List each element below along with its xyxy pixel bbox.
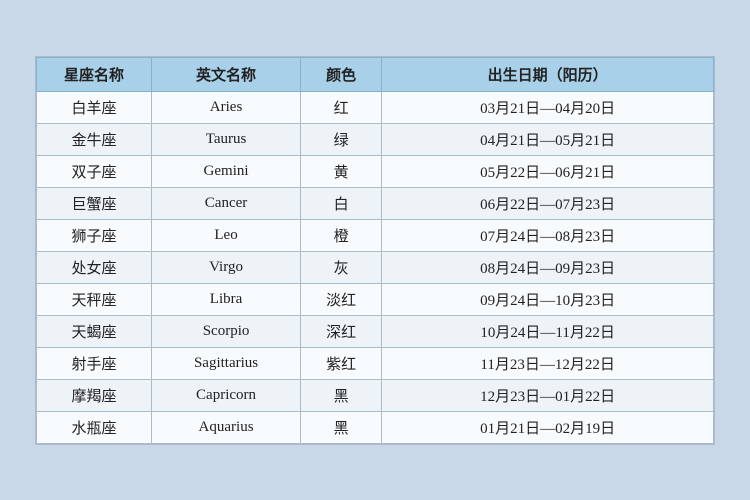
table-cell-7-0: 天蝎座: [37, 315, 152, 347]
table-cell-5-2: 灰: [301, 251, 382, 283]
table-cell-1-2: 绿: [301, 123, 382, 155]
table-cell-5-3: 08月24日—09月23日: [382, 251, 714, 283]
table-cell-6-1: Libra: [152, 283, 301, 315]
table-row: 白羊座Aries红03月21日—04月20日: [37, 91, 714, 123]
table-cell-9-0: 摩羯座: [37, 379, 152, 411]
table-cell-1-0: 金牛座: [37, 123, 152, 155]
header-zh: 星座名称: [37, 57, 152, 91]
table-row: 天秤座Libra淡红09月24日—10月23日: [37, 283, 714, 315]
table-cell-5-0: 处女座: [37, 251, 152, 283]
table-cell-1-1: Taurus: [152, 123, 301, 155]
zodiac-table: 星座名称 英文名称 颜色 出生日期（阳历） 白羊座Aries红03月21日—04…: [36, 57, 714, 444]
table-cell-5-1: Virgo: [152, 251, 301, 283]
table-cell-4-0: 狮子座: [37, 219, 152, 251]
table-cell-10-3: 01月21日—02月19日: [382, 411, 714, 443]
table-cell-0-1: Aries: [152, 91, 301, 123]
table-cell-4-1: Leo: [152, 219, 301, 251]
table-cell-9-3: 12月23日—01月22日: [382, 379, 714, 411]
table-row: 天蝎座Scorpio深红10月24日—11月22日: [37, 315, 714, 347]
table-row: 摩羯座Capricorn黑12月23日—01月22日: [37, 379, 714, 411]
table-cell-3-3: 06月22日—07月23日: [382, 187, 714, 219]
table-cell-4-2: 橙: [301, 219, 382, 251]
table-cell-2-1: Gemini: [152, 155, 301, 187]
table-cell-8-0: 射手座: [37, 347, 152, 379]
table-row: 处女座Virgo灰08月24日—09月23日: [37, 251, 714, 283]
table-cell-8-2: 紫红: [301, 347, 382, 379]
table-cell-10-2: 黑: [301, 411, 382, 443]
table-cell-6-3: 09月24日—10月23日: [382, 283, 714, 315]
table-cell-9-2: 黑: [301, 379, 382, 411]
table-row: 金牛座Taurus绿04月21日—05月21日: [37, 123, 714, 155]
table-cell-0-0: 白羊座: [37, 91, 152, 123]
table-cell-8-1: Sagittarius: [152, 347, 301, 379]
table-cell-7-3: 10月24日—11月22日: [382, 315, 714, 347]
header-color: 颜色: [301, 57, 382, 91]
table-cell-6-0: 天秤座: [37, 283, 152, 315]
table-row: 狮子座Leo橙07月24日—08月23日: [37, 219, 714, 251]
table-row: 双子座Gemini黄05月22日—06月21日: [37, 155, 714, 187]
table-cell-8-3: 11月23日—12月22日: [382, 347, 714, 379]
table-cell-2-2: 黄: [301, 155, 382, 187]
table-cell-3-2: 白: [301, 187, 382, 219]
table-cell-3-1: Cancer: [152, 187, 301, 219]
table-cell-2-0: 双子座: [37, 155, 152, 187]
table-header-row: 星座名称 英文名称 颜色 出生日期（阳历）: [37, 57, 714, 91]
table-cell-10-0: 水瓶座: [37, 411, 152, 443]
table-row: 水瓶座Aquarius黑01月21日—02月19日: [37, 411, 714, 443]
table-cell-10-1: Aquarius: [152, 411, 301, 443]
table-cell-9-1: Capricorn: [152, 379, 301, 411]
table-cell-3-0: 巨蟹座: [37, 187, 152, 219]
header-en: 英文名称: [152, 57, 301, 91]
zodiac-table-container: 星座名称 英文名称 颜色 出生日期（阳历） 白羊座Aries红03月21日—04…: [35, 56, 715, 445]
table-cell-7-2: 深红: [301, 315, 382, 347]
table-body: 白羊座Aries红03月21日—04月20日金牛座Taurus绿04月21日—0…: [37, 91, 714, 443]
table-cell-4-3: 07月24日—08月23日: [382, 219, 714, 251]
table-cell-0-2: 红: [301, 91, 382, 123]
table-row: 射手座Sagittarius紫红11月23日—12月22日: [37, 347, 714, 379]
table-cell-1-3: 04月21日—05月21日: [382, 123, 714, 155]
table-row: 巨蟹座Cancer白06月22日—07月23日: [37, 187, 714, 219]
table-cell-0-3: 03月21日—04月20日: [382, 91, 714, 123]
table-cell-6-2: 淡红: [301, 283, 382, 315]
table-cell-2-3: 05月22日—06月21日: [382, 155, 714, 187]
header-date: 出生日期（阳历）: [382, 57, 714, 91]
table-cell-7-1: Scorpio: [152, 315, 301, 347]
